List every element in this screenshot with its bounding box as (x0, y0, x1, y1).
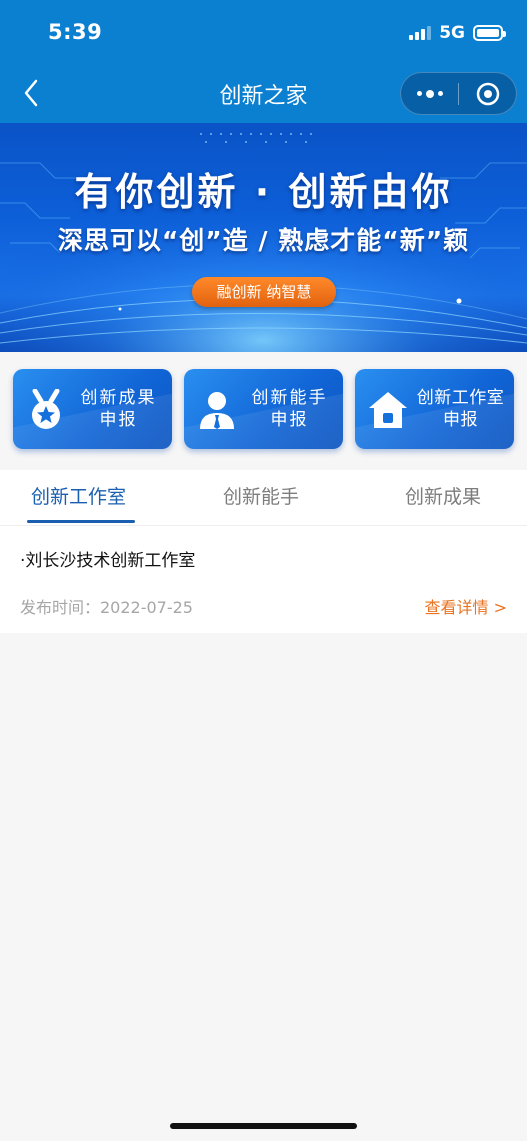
card-label: 创新成果 申报 (80, 388, 157, 430)
home-indicator (170, 1123, 357, 1129)
more-button[interactable] (401, 73, 458, 114)
banner-subtitle: 深思可以“创”造 / 熟虑才能“新”颖 (57, 226, 470, 255)
view-details-link[interactable]: 查看详情 > (425, 594, 508, 618)
tab-studio[interactable]: 创新工作室 (31, 482, 126, 509)
item-title: ·刘长沙技术创新工作室 (20, 551, 196, 571)
studio-report-card[interactable]: 创新工作室 申报 (355, 369, 514, 449)
medal-icon (32, 389, 60, 429)
list-item[interactable]: ·刘长沙技术创新工作室 发布时间：2022-07-25 查看详情 > (0, 525, 527, 633)
tab-bar: 创新工作室 创新能手 创新成果 (0, 470, 527, 525)
status-icons: 5G (409, 22, 506, 44)
quick-actions: 创新成果 申报 创新能手 申报 创新工作室 申报 (13, 369, 514, 449)
banner-title: 有你创新 · 创新由你 (74, 170, 453, 214)
card-label: 创新能手 申报 (251, 388, 328, 430)
close-button[interactable] (459, 73, 516, 114)
tab-active-indicator (27, 520, 135, 523)
battery-icon (473, 25, 506, 41)
banner[interactable]: 有你创新 · 创新由你 深思可以“创”造 / 熟虑才能“新”颖 融创新 纳智慧 (0, 123, 527, 352)
item-date: 发布时间：2022-07-25 (20, 598, 193, 617)
target-icon (476, 82, 499, 105)
dot-icon (416, 91, 422, 96)
card-label: 创新工作室 申报 (416, 388, 505, 430)
person-icon (200, 392, 234, 429)
house-icon (369, 392, 407, 428)
expert-report-card[interactable]: 创新能手 申报 (184, 369, 343, 449)
signal-icon (409, 26, 432, 40)
status-time: 5:39 (48, 20, 103, 44)
dot-icon (437, 91, 443, 96)
tab-achievements[interactable]: 创新成果 (405, 482, 481, 509)
top-bar: 5:39 5G 创新之家 (0, 0, 527, 123)
mini-program-capsule (400, 72, 517, 115)
network-label: 5G (439, 23, 465, 43)
banner-pill: 融创新 纳智慧 (192, 277, 336, 307)
dot-icon (425, 89, 434, 98)
tab-experts[interactable]: 创新能手 (223, 482, 299, 509)
achievement-report-card[interactable]: 创新成果 申报 (13, 369, 172, 449)
